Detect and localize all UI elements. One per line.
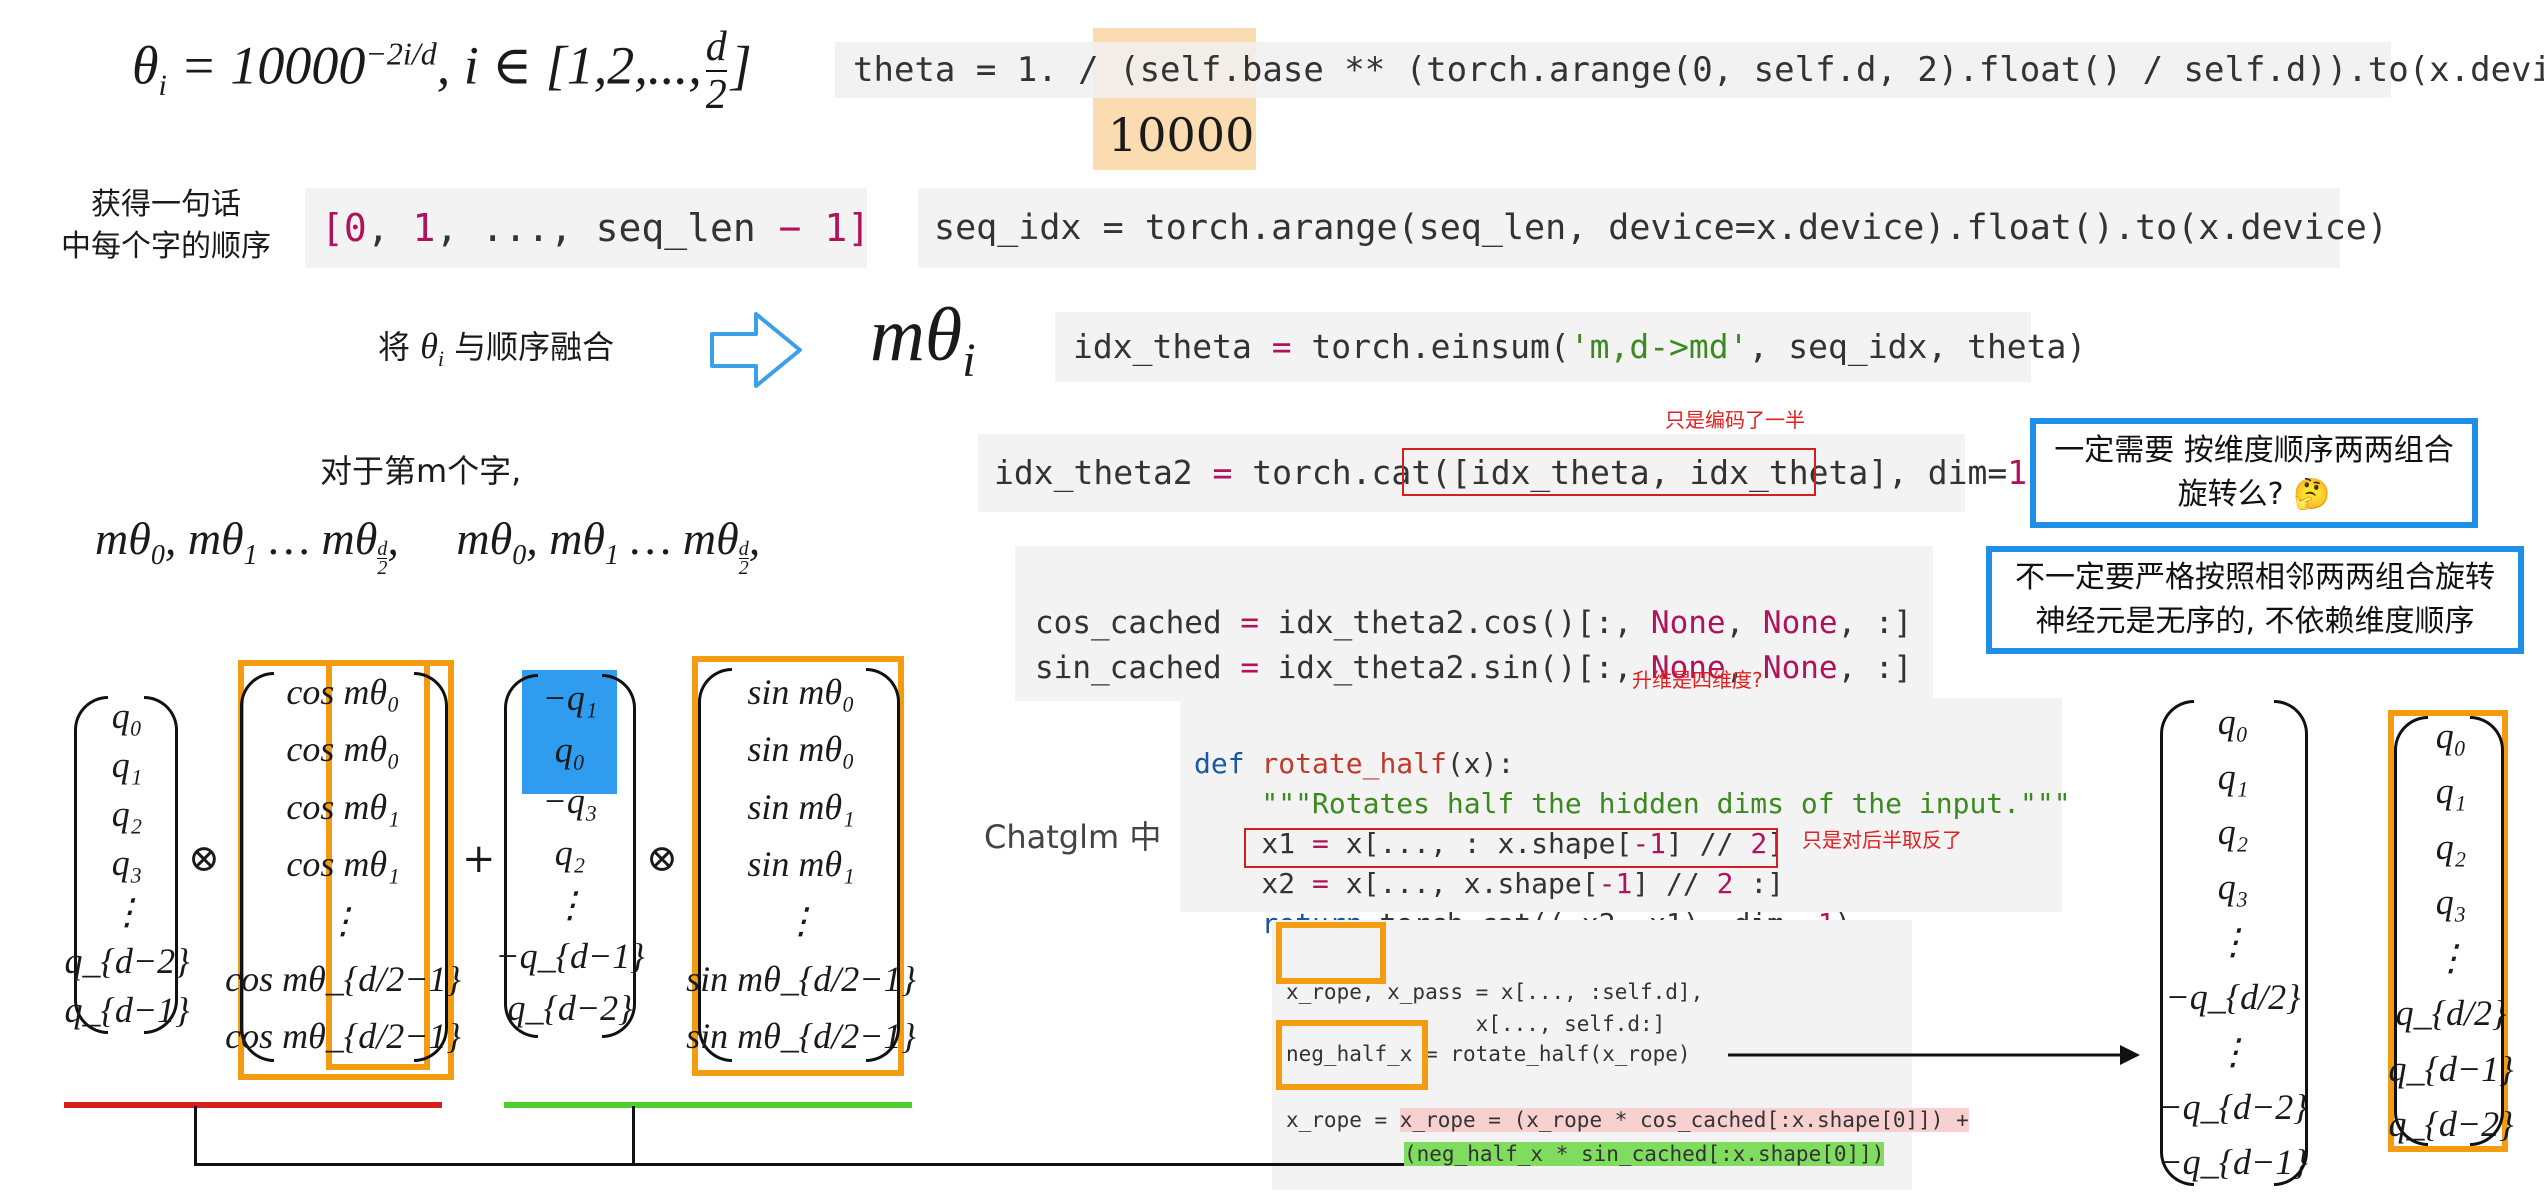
m-theta-row: mθ0, mθ1 … mθ d 2, mθ0, mθ1 … mθ d 2, bbox=[95, 513, 761, 580]
cos-vector: cos mθ₀ cos mθ₀ cos mθ₁ cos mθ₁ ⋮ cos mθ_{d/2… bbox=[225, 672, 461, 1056]
red-underline bbox=[64, 1102, 442, 1108]
green-underline bbox=[504, 1102, 912, 1108]
rotate-half-code: def rotate_half(x): """Rotates half the … bbox=[1180, 698, 2071, 940]
half-encoded-note: 只是编码了一半 bbox=[1665, 408, 1805, 432]
x-rope-line1: x_rope = x_rope = (x_rope * cos_cached[:… bbox=[1286, 1108, 1969, 1132]
arrow-to-result bbox=[1728, 1045, 2140, 1065]
m-theta-formula: mθi bbox=[870, 293, 976, 388]
otimes-2: ⊗ bbox=[646, 836, 678, 880]
base-value: 10000 bbox=[1108, 108, 1255, 162]
seq-list-code: [0, 1, ..., seq_len − 1] bbox=[305, 188, 870, 268]
answer-box: 不一定要严格按照相邻两两组合旋转 神经元是无序的, 不依赖维度顺序 bbox=[1986, 546, 2524, 654]
cat-highlight-box bbox=[1402, 448, 1816, 496]
otimes-1: ⊗ bbox=[188, 836, 220, 880]
reversed-half-note: 只是对后半取反了 bbox=[1802, 828, 1962, 852]
connector-h bbox=[194, 1163, 1404, 1166]
get-order-label: 获得一句话 中每个字的顺序 bbox=[61, 187, 271, 264]
cos-paren-right bbox=[414, 672, 448, 1062]
sin-paren-right bbox=[866, 668, 900, 1062]
theta-formula: θi = 10000−2i/d, i ∈ [1,2,..., d 2] bbox=[132, 24, 752, 118]
upgrade-4d-note: 升维是四维度? bbox=[1632, 668, 1763, 692]
x2-highlight-box bbox=[1244, 828, 1778, 868]
fuse-label: 将 θi 与顺序融合 bbox=[378, 326, 615, 372]
question-box: 一定需要 按维度顺序两两组合旋转么? 🤔 bbox=[2030, 418, 2478, 528]
green-connector-v bbox=[632, 1106, 635, 1164]
arrow-right-icon bbox=[710, 312, 802, 388]
idx-theta-code: idx_theta = torch.einsum('m,d->md', seq_… bbox=[1055, 312, 2086, 382]
chatglm-label: Chatglm 中 bbox=[984, 818, 1162, 856]
q-paren-right bbox=[144, 696, 178, 1034]
red-connector-v bbox=[194, 1106, 197, 1166]
cos-sin-cached-code: cos_cached = idx_theta2.cos()[:, None, N… bbox=[1015, 546, 1933, 701]
seq-idx-code: seq_idx = torch.arange(seq_len, device=x… bbox=[918, 188, 2388, 268]
result-paren-right bbox=[2274, 700, 2308, 1186]
x-rope-line2: (neg_half_x * sin_cached[:x.shape[0]]) bbox=[1404, 1142, 1885, 1166]
neg-half-box bbox=[1276, 1020, 1428, 1090]
for-mth-label: 对于第m个字, bbox=[320, 452, 522, 490]
negq-paren-right bbox=[602, 674, 636, 1038]
plus-operator: + bbox=[462, 836, 496, 882]
x-rope-box bbox=[1276, 922, 1386, 984]
theta-code-line: theta = 1. / (self.base ** (torch.arange… bbox=[835, 42, 2544, 98]
qfull-paren-right bbox=[2470, 716, 2504, 1146]
